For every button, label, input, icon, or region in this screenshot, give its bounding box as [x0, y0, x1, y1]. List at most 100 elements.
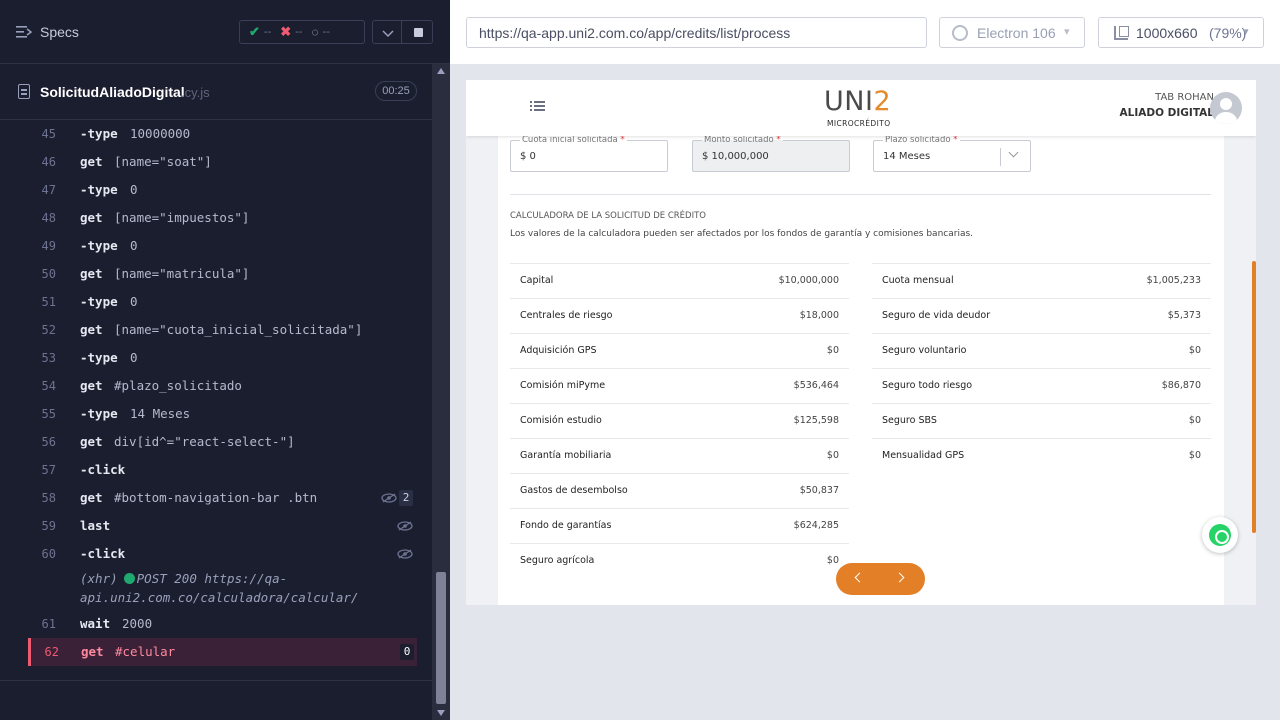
runner-header: Specs ✔ -- ✖ -- ◌ -- [0, 0, 450, 64]
test-stats: ✔ -- ✖ -- ◌ -- [239, 20, 365, 44]
command-message: 10000000 [130, 126, 191, 141]
row-value: $86,870 [1161, 380, 1201, 391]
row-value: $0 [826, 345, 839, 356]
command-number: 55 [41, 407, 56, 421]
command-number: 58 [41, 491, 56, 505]
spec-extension: .cy.js [181, 85, 210, 100]
command-message: #celular [115, 644, 176, 659]
row-label: Adquisición GPS [520, 345, 597, 356]
electron-icon [952, 25, 968, 41]
monto-solicitado-field: Monto solicitado * $ 10,000,000 [692, 135, 850, 172]
command-number: 59 [41, 519, 56, 533]
scrollbar-thumb[interactable] [436, 572, 446, 704]
specs-title[interactable]: Specs [40, 24, 79, 40]
row-label: Seguro SBS [882, 415, 937, 426]
command-number: 53 [41, 351, 56, 365]
calculator-row: Fondo de garantías $624,285 [510, 508, 849, 543]
command-name: get [80, 434, 103, 449]
command-name: get [80, 378, 103, 393]
row-label: Comisión miPyme [520, 380, 606, 391]
hamburger-menu-icon[interactable] [530, 100, 545, 112]
check-icon: ✔ [249, 24, 260, 39]
command-name: get [80, 322, 103, 337]
command-row[interactable]: 50 get [name="matricula"] [30, 260, 417, 288]
command-row[interactable]: 55 -type 14 Meses [30, 400, 417, 428]
calculator-title: CALCULADORA DE LA SOLICITUD DE CRÉDITO [510, 211, 706, 221]
command-name: get [81, 644, 104, 659]
command-name: -click [80, 546, 126, 561]
row-value: $0 [826, 555, 839, 566]
scrollbar-thumb[interactable] [1252, 261, 1256, 533]
eye-slash-icon [397, 521, 413, 531]
calculator-row: Seguro todo riesgo $86,870 [872, 368, 1211, 403]
scroll-up-icon[interactable] [437, 68, 445, 74]
command-row[interactable]: 47 -type 0 [30, 176, 417, 204]
command-row[interactable]: 62 get #celular 0 [28, 638, 417, 666]
command-message: [name="matricula"] [114, 266, 250, 281]
previous-button[interactable] [854, 572, 865, 583]
command-name: -type [80, 126, 118, 141]
avatar[interactable] [1210, 92, 1242, 124]
command-row[interactable]: 59 last [30, 512, 417, 540]
calculator-row: Garantía mobiliaria $0 [510, 438, 849, 473]
command-row[interactable]: 54 get #plazo_solicitado [30, 372, 417, 400]
browser-selector[interactable]: Electron 106 ▾ [939, 17, 1085, 48]
command-message: #plazo_solicitado [114, 378, 242, 393]
app-scrollbar[interactable] [1252, 136, 1256, 605]
next-button[interactable] [894, 572, 905, 583]
command-number: 51 [41, 295, 56, 309]
scroll-down-icon[interactable] [437, 710, 445, 716]
command-row[interactable]: 53 -type 0 [30, 344, 417, 372]
uni2-logo[interactable]: UNI2 [824, 86, 891, 117]
row-label: Fondo de garantías [520, 520, 612, 531]
row-label: Seguro voluntario [882, 345, 967, 356]
plazo-solicitado-select[interactable]: Plazo solicitado * 14 Meses [873, 135, 1031, 172]
calculator-row: Seguro SBS $0 [872, 403, 1211, 438]
command-row[interactable]: 46 get [name="soat"] [30, 148, 417, 176]
whatsapp-icon[interactable] [1202, 517, 1238, 553]
command-row[interactable]: 49 -type 0 [30, 232, 417, 260]
row-value: $536,464 [793, 380, 839, 391]
calculator-row: Mensualidad GPS $0 [872, 438, 1211, 473]
row-label: Gastos de desembolso [520, 485, 628, 496]
command-row[interactable]: 45 -type 10000000 [30, 120, 417, 148]
xhr-log-entry[interactable]: (xhr) POST 200 https://qa-api.uni2.com.co… [80, 569, 410, 607]
divider [510, 194, 1211, 195]
row-label: Seguro de vida deudor [882, 310, 991, 321]
command-number: 57 [41, 463, 56, 477]
row-value: $0 [826, 450, 839, 461]
command-name: -type [80, 350, 118, 365]
status-dot-icon [123, 573, 135, 584]
chevron-down-icon[interactable] [1008, 147, 1019, 158]
command-row[interactable]: 57 -click [30, 456, 417, 484]
command-number: 61 [41, 617, 56, 631]
credit-form-card: Cuota inicial solicitada * $ 0 Monto sol… [498, 135, 1224, 605]
command-row[interactable]: 51 -type 0 [30, 288, 417, 316]
command-row[interactable]: 58 get #bottom-navigation-bar .btn 2 [30, 484, 417, 512]
command-row[interactable]: 48 get [name="impuestos"] [30, 204, 417, 232]
command-number: 47 [41, 183, 56, 197]
command-message: #bottom-navigation-bar .btn [114, 490, 318, 505]
command-row[interactable]: 56 get div[id^="react-select-"] [30, 428, 417, 456]
command-log-scrollbar[interactable] [432, 64, 450, 720]
specs-list-icon[interactable] [16, 25, 32, 39]
cuota-inicial-field[interactable]: Cuota inicial solicitada * $ 0 [510, 135, 668, 172]
command-row[interactable]: 60 -click [30, 540, 417, 568]
row-value: $1,005,233 [1146, 275, 1201, 286]
collapse-button[interactable] [372, 20, 402, 44]
user-role: ALIADO DIGITAL [1119, 107, 1214, 119]
spec-name[interactable]: SolicitudAliadoDigital [40, 84, 185, 100]
command-name: get [80, 154, 103, 169]
calculator-row: Adquisición GPS $0 [510, 333, 849, 368]
command-row[interactable]: 52 get [name="cuota_inicial_solicitada"] [30, 316, 417, 344]
stop-button[interactable] [401, 20, 433, 44]
row-value: $624,285 [793, 520, 839, 531]
command-name: get [80, 490, 103, 505]
viewport-selector[interactable]: 1000x660 (79%) ▾ [1098, 17, 1264, 48]
calculator-row: Seguro voluntario $0 [872, 333, 1211, 368]
row-label: Seguro todo riesgo [882, 380, 973, 391]
url-bar[interactable]: https://qa-app.uni2.com.co/app/credits/l… [466, 17, 927, 48]
test-runner-panel: Specs ✔ -- ✖ -- ◌ -- SolicitudAliadoDigital… [0, 0, 450, 720]
command-message: [name="soat"] [114, 154, 212, 169]
command-row[interactable]: 61 wait 2000 [30, 610, 417, 638]
